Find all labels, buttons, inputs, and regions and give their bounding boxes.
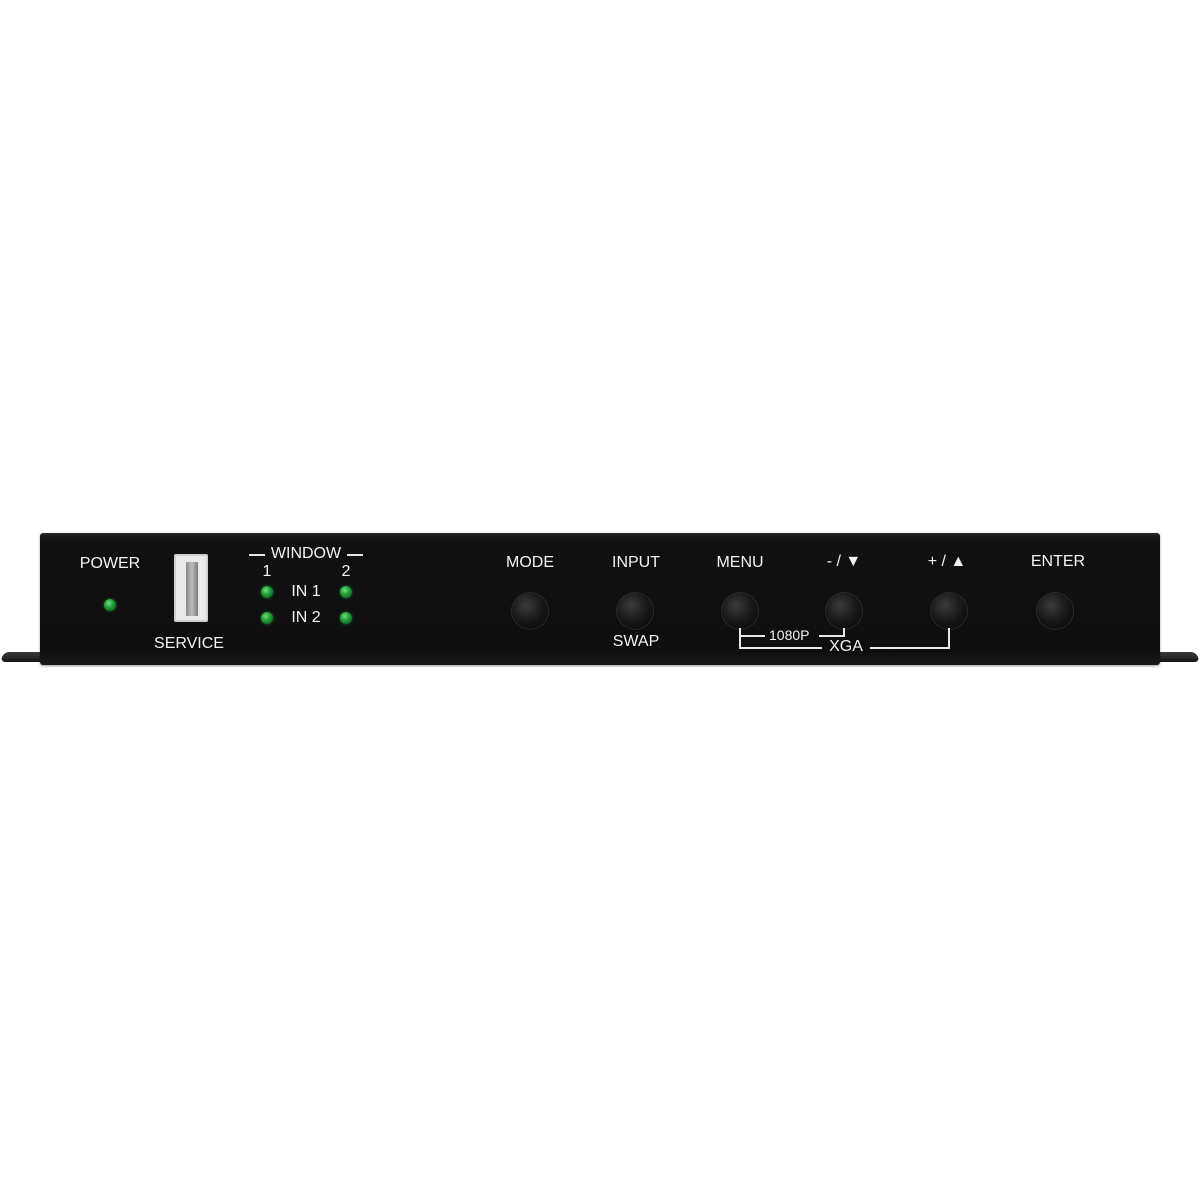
usb-service-port[interactable]	[174, 554, 208, 622]
led-in2-window2	[340, 612, 352, 624]
combo-xga-rule-right	[870, 647, 950, 649]
power-label: POWER	[79, 555, 141, 572]
window-col-2: 2	[341, 563, 351, 580]
plus-up-label: + / ▲	[927, 553, 967, 570]
service-label: SERVICE	[154, 635, 224, 652]
window-col-1: 1	[262, 563, 272, 580]
combo-xga-label: XGA	[829, 638, 863, 655]
usb-connector-icon	[186, 562, 198, 616]
scaler-device: POWER SERVICE WINDOW 1 2 IN 1 IN 2 MODE …	[0, 0, 1200, 1200]
in1-label: IN 1	[291, 583, 321, 600]
mode-label: MODE	[506, 554, 554, 571]
combo-1080p-label: 1080P	[769, 627, 810, 643]
in2-label: IN 2	[291, 609, 321, 626]
minus-down-button[interactable]	[826, 593, 862, 629]
window-rule-left	[249, 554, 265, 556]
combo-1080p-tick-right	[843, 628, 845, 637]
menu-button[interactable]	[722, 593, 758, 629]
plus-up-button[interactable]	[931, 593, 967, 629]
led-in1-window1	[261, 586, 273, 598]
enter-label: ENTER	[1030, 553, 1086, 570]
input-button[interactable]	[617, 593, 653, 629]
led-in1-window2	[340, 586, 352, 598]
menu-label: MENU	[716, 554, 764, 571]
combo-1080p-rule-right	[819, 635, 845, 637]
input-label: INPUT	[612, 554, 660, 571]
led-in2-window1	[261, 612, 273, 624]
swap-label: SWAP	[612, 633, 660, 650]
enter-button[interactable]	[1037, 593, 1073, 629]
minus-down-label: - / ▼	[826, 553, 862, 570]
window-rule-right	[347, 554, 363, 556]
window-label: WINDOW	[270, 545, 342, 562]
power-led	[104, 599, 116, 611]
combo-xga-tick-right	[948, 628, 950, 649]
mode-button[interactable]	[512, 593, 548, 629]
combo-xga-rule-left	[739, 647, 822, 649]
combo-1080p-rule-left	[739, 635, 765, 637]
